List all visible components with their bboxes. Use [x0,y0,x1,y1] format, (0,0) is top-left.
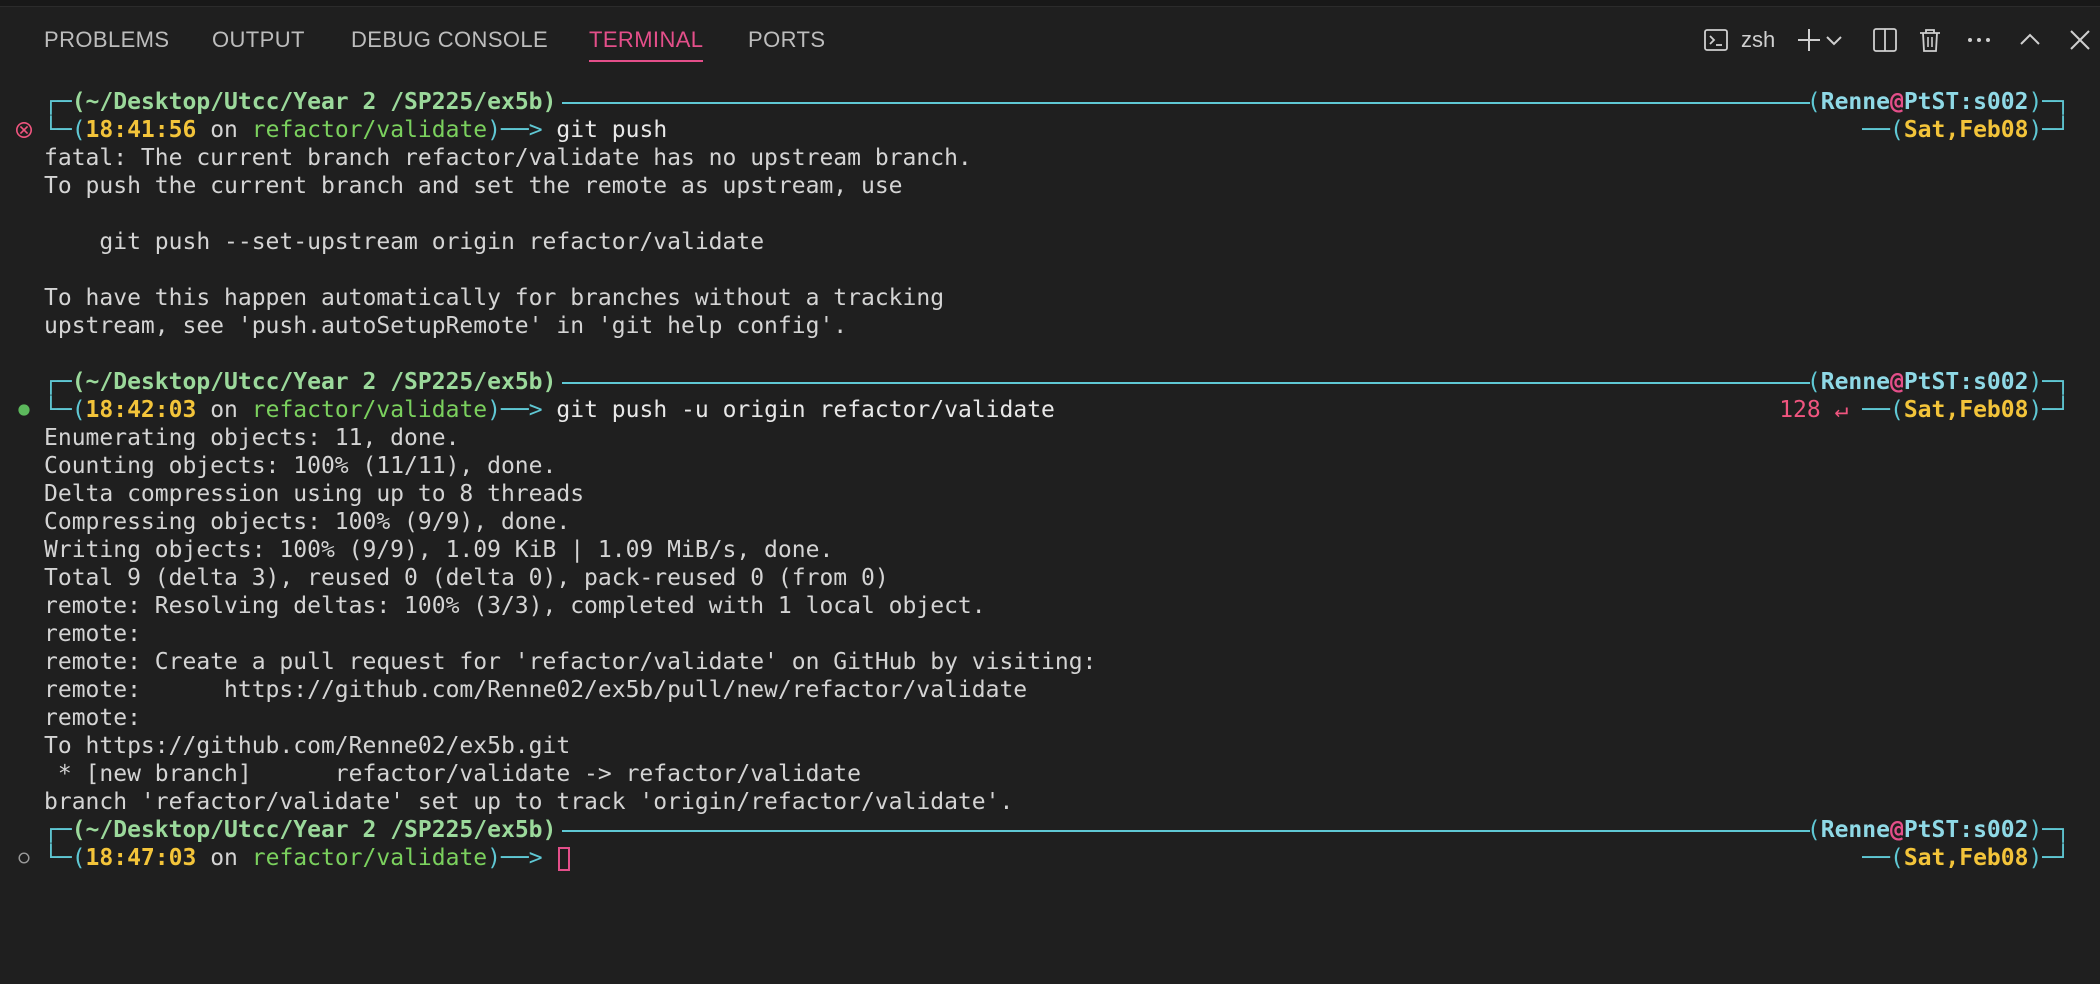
terminal-text: remote: [44,621,141,647]
terminal-shell-icon[interactable] [1700,24,1732,56]
terminal-text: remote: [44,705,141,731]
maximize-panel-icon[interactable] [2014,24,2046,56]
terminal-text: └─(18:42:03 on refactor/validate)──> git… [44,397,1055,423]
prompt-line: └─(18:47:03 on refactor/validate)──> ──(… [0,844,2100,872]
terminal-text: ┌─(~/Desktop/Utcc/Year 2 /SP225/ex5b) [44,89,557,115]
idle-decoration-icon[interactable] [14,848,34,868]
terminal-text: ┌─(~/Desktop/Utcc/Year 2 /SP225/ex5b) [44,369,557,395]
shell-name[interactable]: zsh [1741,24,1775,56]
terminal-text: Compressing objects: 100% (9/9), done. [44,509,571,535]
editor-edge [0,0,2100,7]
terminal-text: Writing objects: 100% (9/9), 1.09 KiB | … [44,537,834,563]
prompt-line: └─(18:41:56 on refactor/validate)──> git… [0,116,2100,144]
terminal-text: remote: Create a pull request for 'refac… [44,649,1097,675]
terminal-text: Delta compression using up to 8 threads [44,481,585,507]
terminal-text: To have this happen automatically for br… [44,285,945,311]
close-icon[interactable] [2064,24,2096,56]
terminal-text: fatal: The current branch refactor/valid… [44,145,972,171]
terminal-text: To push the current branch and set the r… [44,173,903,199]
command-text: git push [556,117,668,143]
success-decoration-icon[interactable] [14,400,34,420]
terminal-text: └─(18:41:56 on refactor/validate)──> git… [44,117,668,143]
terminal-text: remote: https://github.com/Renne02/ex5b/… [44,677,1028,703]
prompt-path: (~/Desktop/Utcc/Year 2 /SP225/ex5b) [71,89,557,115]
plus-icon[interactable] [1793,24,1825,56]
exit-code: 128 ↵ [1779,397,1849,423]
prompt-header: ┌─(~/Desktop/Utcc/Year 2 /SP225/ex5b) (R… [44,817,2070,843]
terminal-text: * [new branch] refactor/validate -> refa… [44,761,861,787]
terminal-text: upstream, see 'push.autoSetupRemote' in … [44,313,848,339]
prompt-line: └─(18:42:03 on refactor/validate)──> git… [0,396,2100,424]
error-decoration-icon[interactable] [14,120,34,140]
terminal-text: ┌─(~/Desktop/Utcc/Year 2 /SP225/ex5b) [44,817,557,843]
terminal-text: └─(18:47:03 on refactor/validate)──> [44,844,571,872]
trash-icon[interactable] [1914,24,1946,56]
terminal-text: To https://github.com/Renne02/ex5b.git [44,733,571,759]
terminal-text: git push --set-upstream origin refactor/… [44,229,765,255]
terminal-text: remote: Resolving deltas: 100% (3/3), co… [44,593,986,619]
prompt-header: ┌─(~/Desktop/Utcc/Year 2 /SP225/ex5b) (R… [44,369,2070,395]
terminal-text: Total 9 (delta 3), reused 0 (delta 0), p… [44,565,889,591]
terminal-text: branch 'refactor/validate' set up to tra… [44,789,1014,815]
command-text: git push -u origin refactor/validate [556,397,1055,423]
terminal-view[interactable]: ┌─(~/Desktop/Utcc/Year 2 /SP225/ex5b) (R… [0,88,2100,871]
terminal-text: Counting objects: 100% (11/11), done. [44,453,557,479]
more-actions-icon[interactable] [1963,24,1995,56]
split-terminal-icon[interactable] [1869,24,1901,56]
chevron-down-icon[interactable] [1823,24,1845,56]
prompt-header: ┌─(~/Desktop/Utcc/Year 2 /SP225/ex5b) (R… [44,89,2070,115]
terminal-text: Enumerating objects: 11, done. [44,425,460,451]
panel-toolbar: zsh [0,10,2100,70]
terminal-cursor [558,846,571,871]
